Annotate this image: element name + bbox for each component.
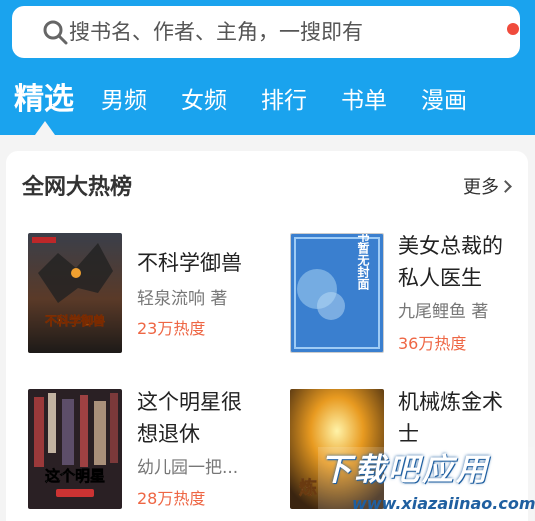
cover-title: 不科学御兽 [45, 313, 105, 328]
tab-jingxuan[interactable]: 精选 [14, 80, 74, 120]
tab-shudan[interactable]: 书单 [341, 86, 387, 116]
search-placeholder: 搜书名、作者、主角，一搜即有 [69, 20, 363, 44]
section-title: 全网大热榜 [22, 175, 133, 200]
cover-title: 此书暂无封面 [356, 234, 370, 291]
tab-nvpin[interactable]: 女频 [181, 86, 227, 116]
tab-nanpin[interactable]: 男频 [101, 86, 147, 116]
cover-title: 炼 [299, 477, 317, 499]
search-icon [43, 20, 68, 45]
watermark-text: 下载吧应用 [320, 452, 490, 488]
watermark-url: www.xiazaiinao.com [352, 494, 535, 513]
book-author: 九尾鲤鱼 著 [398, 302, 489, 322]
book-heat: 23万热度 [137, 319, 206, 338]
chevron-right-icon [499, 180, 512, 193]
category-tabs: 精选 男频 女频 排行 书单 漫画 [0, 78, 535, 128]
tab-paihang[interactable]: 排行 [261, 86, 307, 116]
notification-dot [507, 23, 519, 35]
book-title[interactable]: 机械炼金术士 [398, 386, 518, 450]
tab-manhua[interactable]: 漫画 [421, 86, 467, 116]
book-cover[interactable]: 这个明星 [28, 389, 122, 509]
book-title[interactable]: 美女总裁的私人医生 [398, 230, 518, 294]
cover-title: 这个明星 [45, 467, 105, 485]
more-link[interactable]: 更多 [463, 176, 512, 200]
more-label: 更多 [463, 177, 499, 198]
search-bar[interactable]: 搜书名、作者、主角，一搜即有 [12, 6, 520, 58]
book-author: 幼儿园一把... [137, 458, 239, 478]
book-title[interactable]: 这个明星很想退休 [137, 386, 257, 450]
book-cover[interactable]: 不科学御兽 [28, 233, 122, 353]
book-author: 轻泉流响 著 [137, 289, 228, 309]
book-cover[interactable]: 此书暂无封面 [290, 233, 384, 353]
book-heat: 28万热度 [137, 489, 206, 508]
book-title[interactable]: 不科学御兽 [137, 247, 267, 279]
active-tab-indicator [35, 121, 55, 135]
book-heat: 36万热度 [398, 334, 467, 353]
